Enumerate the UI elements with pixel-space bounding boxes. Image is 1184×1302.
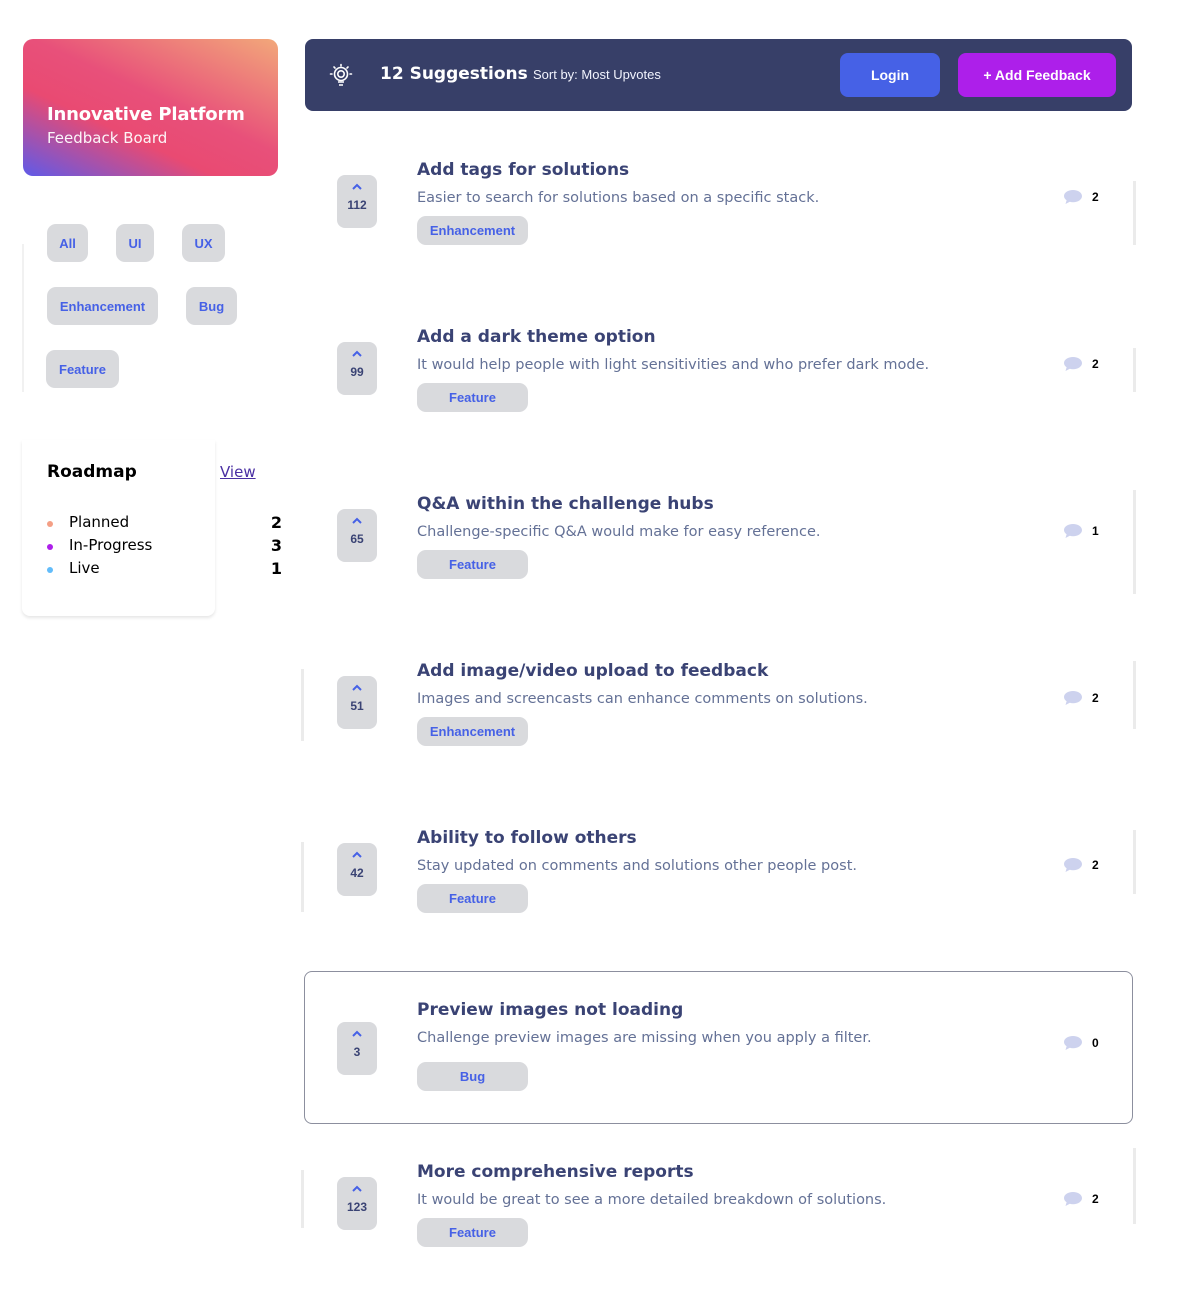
comment-icon xyxy=(1064,524,1082,538)
comment-count: 2 xyxy=(1092,858,1099,872)
status-dot xyxy=(47,544,53,550)
feedback-description: It would be great to see a more detailed… xyxy=(417,1192,887,1208)
sort-dropdown[interactable]: Sort by: Most Upvotes xyxy=(533,67,661,82)
feedback-description: Challenge preview images are missing whe… xyxy=(417,1030,872,1046)
upvote-count: 123 xyxy=(346,1200,368,1214)
upvote-button[interactable]: 99 xyxy=(337,342,377,395)
feedback-title[interactable]: Preview images not loading xyxy=(417,1000,683,1020)
comment-icon xyxy=(1064,858,1082,872)
upvote-count: 65 xyxy=(350,532,364,546)
roadmap-item-label: In-Progress xyxy=(69,536,153,554)
add-feedback-button[interactable]: + Add Feedback xyxy=(958,53,1116,97)
feedback-description: It would help people with light sensitiv… xyxy=(417,357,930,373)
feedback-category-tag[interactable]: Feature xyxy=(417,383,528,412)
filter-chip-ui[interactable]: UI xyxy=(116,224,154,262)
upvote-count: 51 xyxy=(350,699,364,713)
roadmap-item-label: Live xyxy=(69,559,100,577)
feedback-category-tag[interactable]: Feature xyxy=(417,1218,528,1247)
comment-count: 2 xyxy=(1092,190,1099,204)
filter-chip-enhancement[interactable]: Enhancement xyxy=(47,287,158,325)
comment-icon xyxy=(1064,190,1082,204)
feedback-card[interactable]: 99 Add a dark theme option It would help… xyxy=(304,313,1136,466)
brand-subtitle: Feedback Board xyxy=(47,129,168,147)
feedback-card[interactable]: 51 Add image/video upload to feedback Im… xyxy=(301,647,1136,800)
roadmap-item-live: Live 1 xyxy=(47,559,282,581)
upvote-button[interactable]: 112 xyxy=(337,175,377,228)
brand-title: Innovative Platform xyxy=(47,104,245,125)
roadmap-item-count: 1 xyxy=(270,559,282,578)
comment-count: 2 xyxy=(1092,357,1099,371)
feedback-card-selected[interactable]: 3 Preview images not loading Challenge p… xyxy=(304,971,1133,1124)
feedback-title[interactable]: Q&A within the challenge hubs xyxy=(417,494,714,514)
chevron-up-icon xyxy=(352,851,362,858)
chevron-up-icon xyxy=(352,684,362,691)
status-dot xyxy=(47,521,53,527)
feedback-title[interactable]: Ability to follow others xyxy=(417,828,637,848)
chevron-up-icon xyxy=(352,350,362,357)
feedback-title[interactable]: Add image/video upload to feedback xyxy=(417,661,768,681)
filter-chip-ux[interactable]: UX xyxy=(182,224,225,262)
comment-icon xyxy=(1064,1036,1082,1050)
roadmap-title: Roadmap xyxy=(47,462,137,482)
filter-chip-all[interactable]: All xyxy=(47,224,88,262)
filter-chip-bug[interactable]: Bug xyxy=(186,287,237,325)
feedback-description: Easier to search for solutions based on … xyxy=(417,190,820,206)
category-filter-panel: All UI UX Enhancement Bug Feature xyxy=(22,200,277,410)
roadmap-item-label: Planned xyxy=(69,513,130,531)
upvote-count: 3 xyxy=(353,1045,361,1059)
status-dot xyxy=(47,567,53,573)
chevron-up-icon xyxy=(352,1030,362,1037)
chevron-up-icon xyxy=(352,517,362,524)
feedback-card[interactable]: 112 Add tags for solutions Easier to sea… xyxy=(304,146,1136,299)
feedback-card[interactable]: 42 Ability to follow others Stay updated… xyxy=(301,814,1136,967)
roadmap-item-count: 2 xyxy=(270,513,282,532)
roadmap-view-link[interactable]: View xyxy=(220,463,256,481)
feedback-description: Stay updated on comments and solutions o… xyxy=(417,858,857,874)
feedback-category-tag[interactable]: Enhancement xyxy=(417,216,528,245)
login-button[interactable]: Login xyxy=(840,53,940,97)
comment-count: 1 xyxy=(1092,524,1099,538)
comment-count: 0 xyxy=(1092,1036,1099,1050)
comment-count: 2 xyxy=(1092,1192,1099,1206)
comment-icon xyxy=(1064,357,1082,371)
comment-icon xyxy=(1064,691,1082,705)
upvote-count: 42 xyxy=(350,866,364,880)
feedback-category-tag[interactable]: Feature xyxy=(417,550,528,579)
upvote-button[interactable]: 3 xyxy=(337,1022,377,1075)
roadmap-item-planned: Planned 2 xyxy=(47,513,282,535)
feedback-description: Images and screencasts can enhance comme… xyxy=(417,691,868,707)
roadmap-panel: Roadmap View Planned 2 In-Progress 3 Liv… xyxy=(22,440,282,616)
comment-count: 2 xyxy=(1092,691,1099,705)
upvote-button[interactable]: 51 xyxy=(337,676,377,729)
roadmap-item-count: 3 xyxy=(270,536,282,555)
suggestions-header: 12 Suggestions Sort by: Most Upvotes Log… xyxy=(305,39,1132,111)
brand-card: Innovative Platform Feedback Board xyxy=(23,39,278,176)
feedback-category-tag[interactable]: Enhancement xyxy=(417,717,528,746)
feedback-title[interactable]: Add a dark theme option xyxy=(417,327,656,347)
feedback-title[interactable]: More comprehensive reports xyxy=(417,1162,694,1182)
feedback-category-tag[interactable]: Bug xyxy=(417,1062,528,1091)
feedback-category-tag[interactable]: Feature xyxy=(417,884,528,913)
roadmap-item-in-progress: In-Progress 3 xyxy=(47,536,282,558)
upvote-count: 112 xyxy=(347,198,367,212)
feedback-title[interactable]: Add tags for solutions xyxy=(417,160,629,180)
upvote-button[interactable]: 123 xyxy=(337,1177,377,1230)
filter-chip-feature[interactable]: Feature xyxy=(46,350,119,388)
suggestions-count: 12 Suggestions xyxy=(380,64,528,84)
feedback-description: Challenge-specific Q&A would make for ea… xyxy=(417,524,821,540)
upvote-button[interactable]: 65 xyxy=(337,509,377,562)
chevron-up-icon xyxy=(352,1185,362,1192)
chevron-up-icon xyxy=(352,183,362,190)
comment-icon xyxy=(1064,1192,1082,1206)
feedback-card[interactable]: 65 Q&A within the challenge hubs Challen… xyxy=(304,480,1136,633)
upvote-button[interactable]: 42 xyxy=(337,843,377,896)
feedback-card[interactable]: 123 More comprehensive reports It would … xyxy=(301,1148,1136,1301)
lightbulb-icon xyxy=(329,63,353,86)
upvote-count: 99 xyxy=(350,365,364,379)
